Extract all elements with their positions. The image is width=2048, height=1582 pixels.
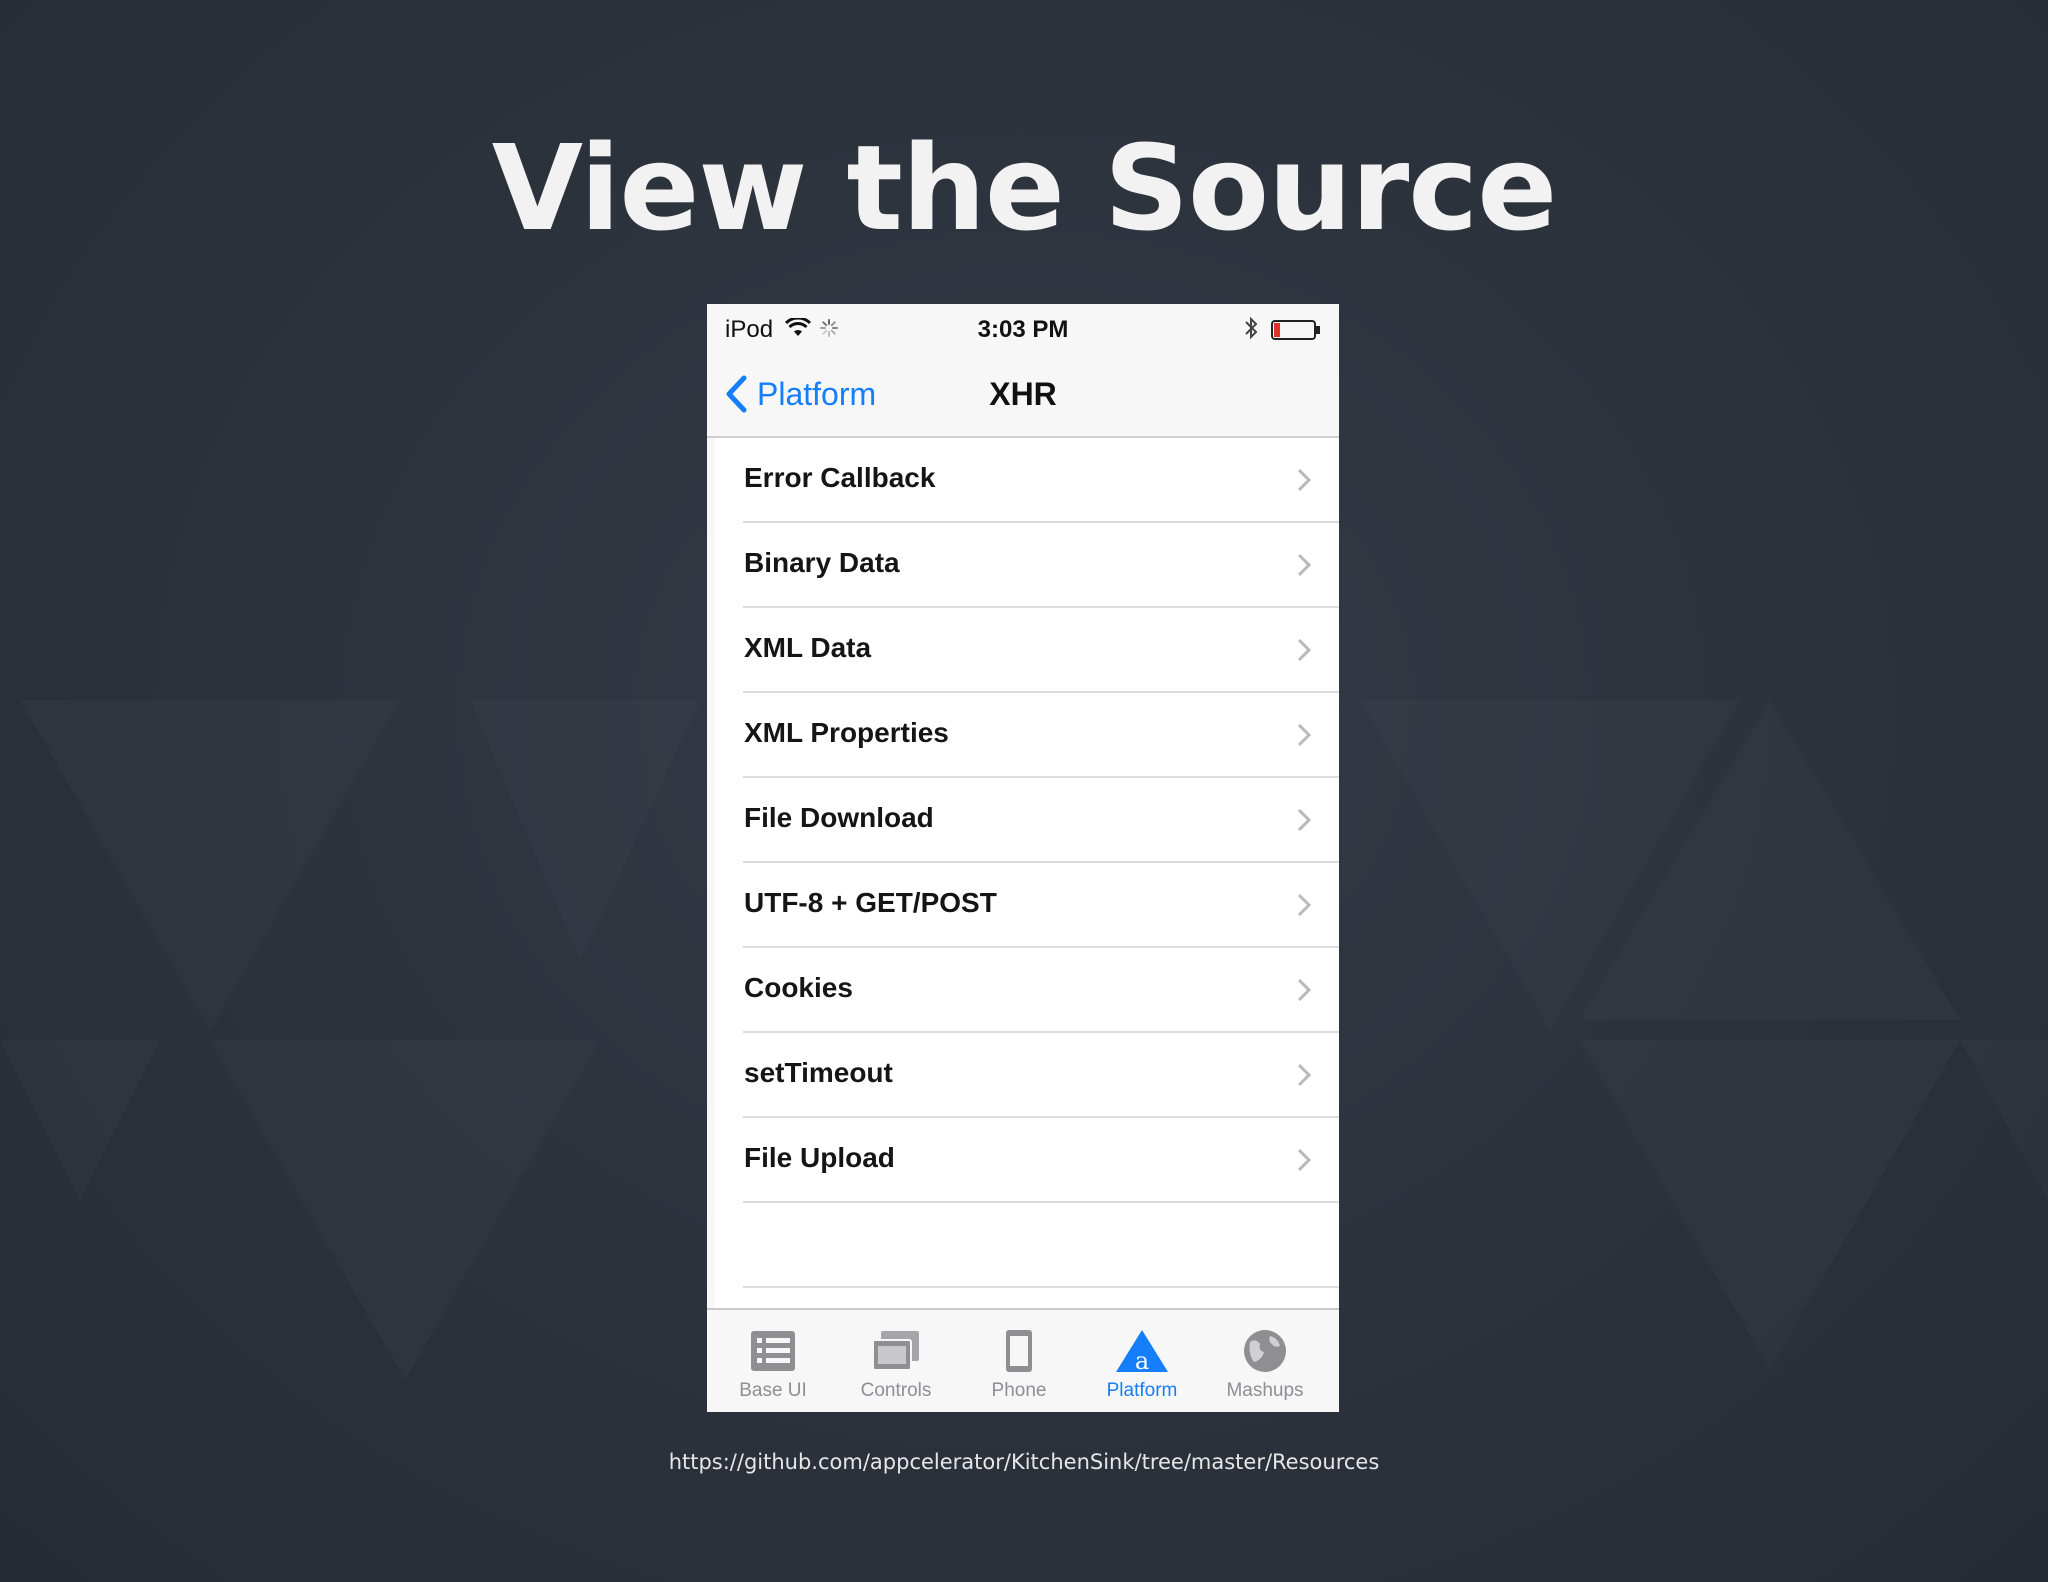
empty-list-row <box>715 1203 1339 1288</box>
list-item[interactable]: File Upload <box>715 1118 1339 1203</box>
list-item-label: XML Properties <box>744 717 949 748</box>
slide-title: View the Source <box>491 119 1558 257</box>
navigation-bar: Platform XHR <box>707 354 1339 438</box>
xhr-example-list: Error Callback Binary Data XML Data XML … <box>715 438 1339 1314</box>
list-item-label: File Download <box>744 802 934 833</box>
list-item-label: Cookies <box>744 972 853 1003</box>
list-item-label: Error Callback <box>744 462 936 493</box>
list-item[interactable]: XML Properties <box>715 693 1339 778</box>
nav-title: XHR <box>989 376 1057 412</box>
chevron-right-icon <box>1297 1148 1311 1172</box>
list-item[interactable]: XML Data <box>715 608 1339 693</box>
svg-text:a: a <box>1135 1347 1149 1374</box>
tab-phone[interactable]: Phone <box>957 1328 1081 1412</box>
controls-icon <box>872 1331 919 1371</box>
battery-icon <box>1271 320 1321 345</box>
list-item[interactable]: Binary Data <box>715 523 1339 608</box>
list-item[interactable]: setTimeout <box>715 1033 1339 1118</box>
tab-label: Controls <box>860 1380 932 1401</box>
tab-mashups[interactable]: Mashups <box>1203 1328 1327 1412</box>
tab-platform[interactable]: a Platform <box>1080 1328 1204 1412</box>
list-item[interactable]: UTF-8 + GET/POST <box>715 863 1339 948</box>
tab-bar: Base UI Controls Phone a Platform Mashup… <box>707 1308 1339 1412</box>
tab-label: Phone <box>991 1380 1047 1401</box>
chevron-right-icon <box>1297 723 1311 747</box>
tab-base-ui[interactable]: Base UI <box>711 1328 835 1412</box>
phone-screenshot: iPod 3:03 PM Platform XHR Error Callback… <box>707 304 1339 1412</box>
list-item-label: setTimeout <box>744 1057 893 1088</box>
list-icon <box>751 1331 795 1371</box>
tab-label: Platform <box>1106 1380 1178 1401</box>
bluetooth-icon <box>1243 316 1259 345</box>
list-item-label: UTF-8 + GET/POST <box>744 887 997 918</box>
source-link[interactable]: https://github.com/appcelerator/KitchenS… <box>0 1450 2048 1474</box>
chevron-right-icon <box>1297 808 1311 832</box>
status-bar: iPod 3:03 PM <box>707 304 1339 354</box>
tab-controls[interactable]: Controls <box>834 1328 958 1412</box>
chevron-right-icon <box>1297 468 1311 492</box>
chevron-right-icon <box>1297 553 1311 577</box>
phone-icon <box>1006 1330 1032 1372</box>
chevron-right-icon <box>1297 893 1311 917</box>
list-item[interactable]: Cookies <box>715 948 1339 1033</box>
tab-label: Base UI <box>739 1380 807 1401</box>
list-item-label: File Upload <box>744 1142 895 1173</box>
chevron-right-icon <box>1297 638 1311 662</box>
list-item[interactable]: Error Callback <box>715 438 1339 523</box>
list-item-label: Binary Data <box>744 547 900 578</box>
globe-icon <box>1244 1330 1286 1372</box>
chevron-right-icon <box>1297 978 1311 1002</box>
tab-label: Mashups <box>1226 1380 1304 1401</box>
platform-logo-icon: a <box>1116 1330 1168 1374</box>
chevron-right-icon <box>1297 1063 1311 1087</box>
list-item[interactable]: File Download <box>715 778 1339 863</box>
list-item-label: XML Data <box>744 632 872 663</box>
